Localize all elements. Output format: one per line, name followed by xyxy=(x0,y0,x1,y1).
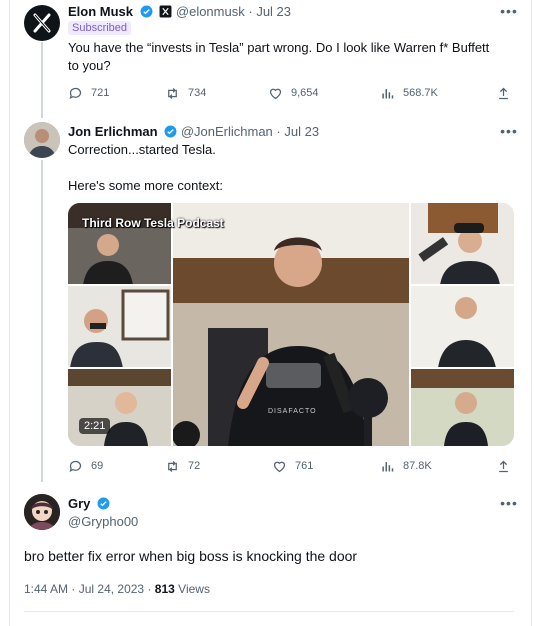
reply-button[interactable]: 721 xyxy=(68,85,109,101)
like-button[interactable]: 9,654 xyxy=(268,85,319,101)
like-count: 9,654 xyxy=(291,87,319,99)
author-name[interactable]: Elon Musk xyxy=(68,4,133,19)
views-button[interactable]: 568.7K xyxy=(380,85,438,101)
more-options-icon[interactable]: ••• xyxy=(500,496,518,510)
views-total: 813 xyxy=(154,582,175,596)
retweet-count: 72 xyxy=(188,460,201,472)
tweet-date[interactable]: Jul 23 xyxy=(256,4,291,19)
dot-separator: · xyxy=(248,4,253,19)
avatar[interactable] xyxy=(24,494,60,530)
reply-icon xyxy=(69,87,82,99)
dot-separator: · xyxy=(276,124,281,139)
author-name[interactable]: Jon Erlichman xyxy=(68,124,158,139)
tweet-text: Here's some more context: xyxy=(68,178,223,193)
tweet-meta: 1:44 AM · Jul 24, 2023 · 813 Views xyxy=(24,582,210,596)
reply-icon xyxy=(69,460,82,472)
thread-connector xyxy=(41,42,43,118)
reply-button[interactable]: 69 xyxy=(68,458,103,474)
views-count: 87.8K xyxy=(403,460,432,472)
shirt-text: DISAFACTO xyxy=(268,408,317,415)
verified-badge-icon xyxy=(97,497,110,510)
author-name[interactable]: Gry xyxy=(68,496,90,511)
share-icon xyxy=(499,87,508,99)
divider xyxy=(24,611,514,612)
retweet-button[interactable]: 734 xyxy=(165,85,206,101)
reply-count: 721 xyxy=(91,87,110,99)
views-icon xyxy=(382,461,394,471)
retweet-button[interactable]: 72 xyxy=(165,458,200,474)
x-logo-icon xyxy=(33,13,51,33)
x-affiliate-icon xyxy=(159,5,172,18)
verified-badge-icon xyxy=(164,125,177,138)
avatar-photo xyxy=(24,122,60,158)
retweet-count: 734 xyxy=(188,87,207,99)
tweet-text-line: You have the “invests in Tesla” part wro… xyxy=(68,40,490,55)
tweet-full-date[interactable]: Jul 24, 2023 xyxy=(79,582,144,596)
verified-badge-icon xyxy=(140,5,153,18)
like-button[interactable]: 761 xyxy=(272,458,313,474)
views-label: Views xyxy=(178,582,210,596)
like-icon xyxy=(273,461,286,472)
avatar-cartoon xyxy=(24,494,60,530)
share-button[interactable] xyxy=(496,458,511,474)
tweet-text: Correction...started Tesla. xyxy=(68,142,216,157)
tweet-time[interactable]: 1:44 AM xyxy=(24,582,68,596)
views-count: 568.7K xyxy=(403,87,438,99)
like-icon xyxy=(269,88,282,99)
tweet-text: bro better fix error when big boss is kn… xyxy=(24,548,358,564)
retweet-icon xyxy=(168,460,177,472)
video-overlay-title: Third Row Tesla Podcast xyxy=(82,216,224,230)
share-icon xyxy=(499,460,508,472)
dot-separator: · xyxy=(71,582,76,596)
thread-connector xyxy=(41,160,43,482)
tweet-text-line: to you? xyxy=(68,58,111,73)
video-duration: 2:21 xyxy=(79,418,111,434)
views-icon xyxy=(382,88,394,98)
views-button[interactable]: 87.8K xyxy=(380,458,432,474)
subscribed-badge: Subscribed xyxy=(68,21,132,35)
more-options-icon[interactable]: ••• xyxy=(500,124,518,138)
dot-separator: · xyxy=(147,582,152,596)
author-handle[interactable]: @Grypho00 xyxy=(68,514,138,529)
like-count: 761 xyxy=(295,460,314,472)
reply-count: 69 xyxy=(91,460,104,472)
avatar[interactable] xyxy=(24,122,60,158)
author-handle[interactable]: @elonmusk xyxy=(176,4,245,19)
tweet-text: You have the “invests in Tesla” part wro… xyxy=(68,39,518,75)
avatar[interactable] xyxy=(24,5,60,41)
video-player[interactable]: Third Row Tesla Podcast DISAFACTO 2:21 xyxy=(68,203,514,446)
retweet-icon xyxy=(168,87,177,99)
tweet-date[interactable]: Jul 23 xyxy=(284,124,319,139)
author-handle[interactable]: @JonErlichman xyxy=(181,124,273,139)
more-options-icon[interactable]: ••• xyxy=(500,4,518,18)
share-button[interactable] xyxy=(496,85,511,101)
